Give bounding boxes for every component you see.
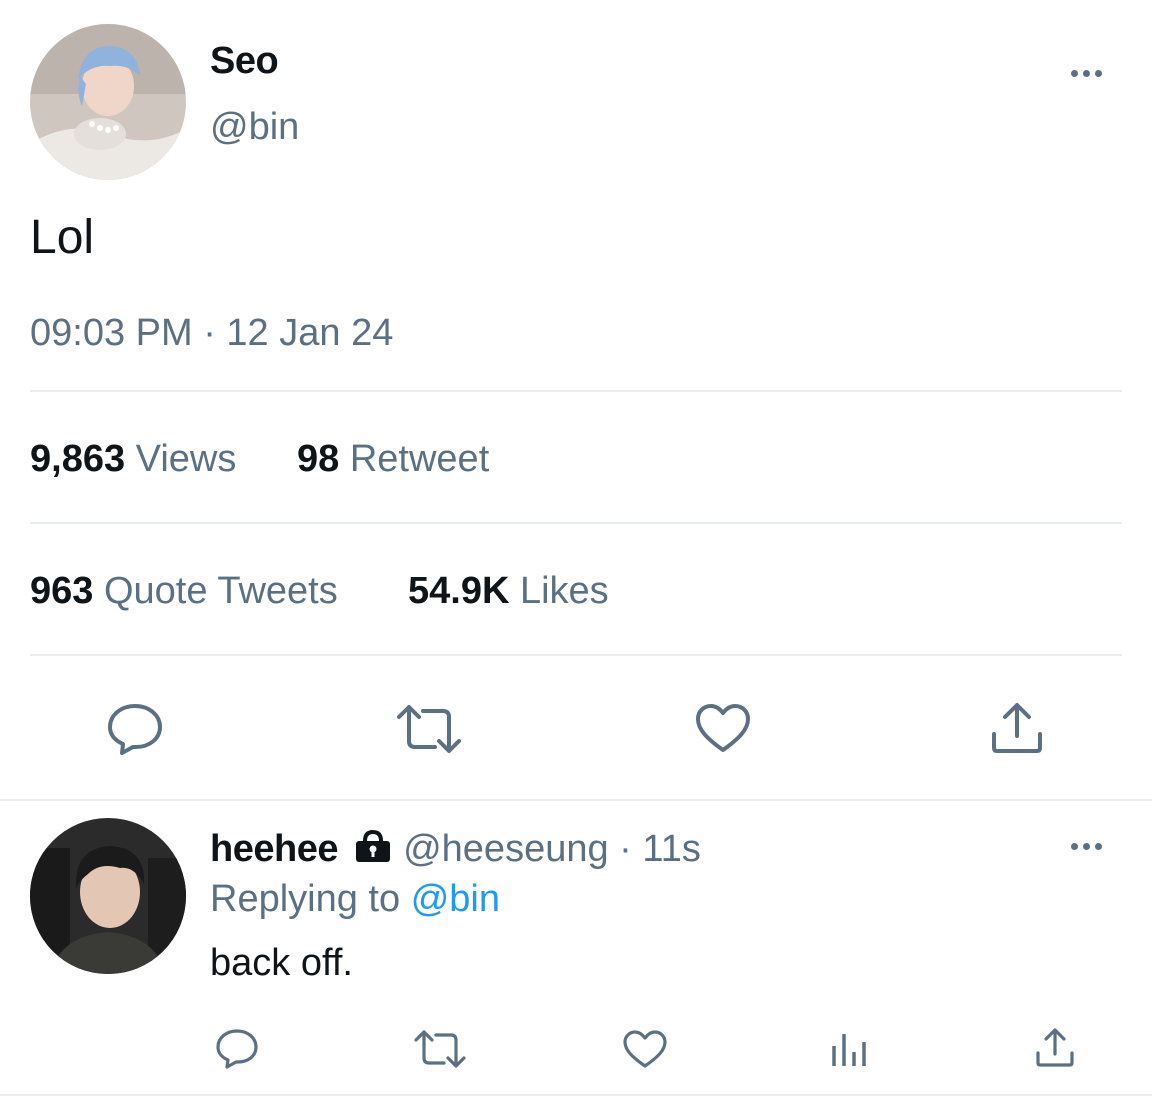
divider [30,390,1122,392]
likes-label: Likes [519,570,609,612]
reply-text: back off. [210,942,353,984]
retweets-count: 98 [297,438,340,480]
divider [30,522,1122,524]
author-handle[interactable]: @bin [210,106,299,149]
tweet-thread: Seo @bin Lol 09:03 PM · 12 Jan 24 9,863 … [0,0,1152,1098]
reply-retweet-icon[interactable] [412,1029,468,1069]
views-stat: 9,863 Views [30,438,236,481]
more-options-icon[interactable] [1071,70,1102,77]
reply-author-name[interactable]: heehee [210,828,338,870]
reply-author-handle[interactable]: @heeseung [403,828,609,870]
quotes-count: 963 [30,570,94,612]
reply-more-options-icon[interactable] [1071,843,1102,850]
divider [30,654,1122,656]
reply-time[interactable]: · 11s [619,828,701,870]
reply-author-avatar[interactable] [30,818,186,974]
tweet-text: Lol [30,211,95,264]
reply-header: heehee @heeseung · 11s [210,826,701,874]
section-divider [0,799,1152,801]
reply-reply-icon[interactable] [214,1027,260,1069]
likes-stat[interactable]: 54.9K Likes [408,570,609,613]
tweet-timestamp[interactable]: 09:03 PM · 12 Jan 24 [30,312,393,355]
quote-tweets-stat[interactable]: 963 Quote Tweets [30,570,338,613]
retweets-label: Retweet [349,438,490,480]
author-name[interactable]: Seo [210,40,279,83]
analytics-icon[interactable] [830,1030,870,1068]
reply-share-icon[interactable] [1033,1027,1077,1069]
reply-icon[interactable] [105,700,165,756]
retweet-icon[interactable] [393,703,465,755]
author-avatar[interactable] [30,24,186,180]
retweets-stat[interactable]: 98 Retweet [297,438,489,481]
views-label: Views [135,438,237,480]
share-icon[interactable] [988,700,1046,756]
views-count: 9,863 [30,438,126,480]
bottom-divider [0,1094,1152,1096]
like-icon[interactable] [694,702,752,754]
replying-to: Replying to @bin [210,876,500,922]
reply-like-icon[interactable] [622,1029,668,1069]
quotes-label: Quote Tweets [103,570,338,612]
replying-to-label: Replying to [210,878,401,920]
lock-icon [353,828,393,874]
likes-count: 54.9K [408,570,510,612]
replying-to-handle[interactable]: @bin [411,878,500,920]
